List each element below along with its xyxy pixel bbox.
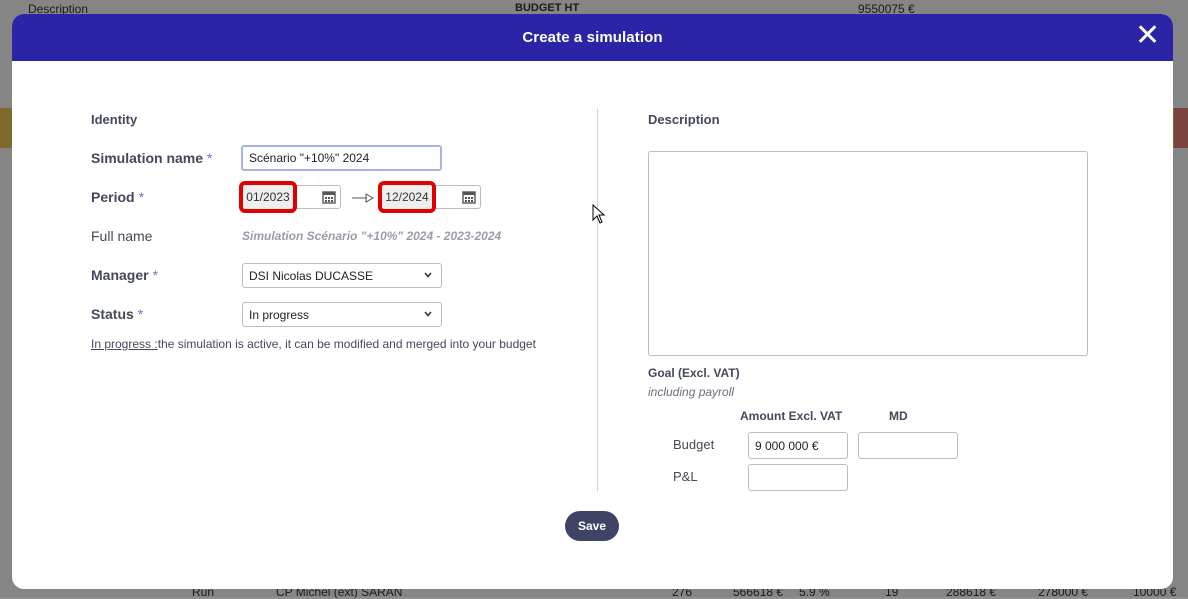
status-select[interactable]: In progress (242, 302, 442, 327)
modal-title: Create a simulation (522, 29, 663, 46)
amount-column-header: Amount Excl. VAT (740, 409, 843, 423)
save-button[interactable]: Save (565, 511, 619, 541)
calendar-icon[interactable] (322, 190, 336, 204)
simulation-name-input[interactable]: Scénario "+10%" 2024 (241, 145, 442, 171)
status-help-description: the simulation is active, it can be modi… (157, 337, 536, 351)
period-label: Period * (91, 189, 145, 205)
budget-amount-input[interactable]: 9 000 000 € (748, 432, 848, 459)
close-icon[interactable]: ✕ (1135, 21, 1160, 51)
md-column-header: MD (889, 409, 908, 423)
period-start-value[interactable]: 01/2023 (239, 181, 297, 213)
status-value: In progress (249, 307, 310, 322)
manager-value: DSI Nicolas DUCASSE (249, 268, 374, 283)
budget-md-input[interactable] (858, 432, 958, 459)
description-section-title: Description (648, 112, 720, 127)
chevron-down-icon (424, 311, 432, 317)
calendar-icon[interactable] (462, 190, 476, 204)
manager-select[interactable]: DSI Nicolas DUCASSE (242, 263, 442, 288)
status-help-text: In progress :the simulation is active, i… (91, 337, 536, 351)
period-end-value[interactable]: 12/2024 (378, 181, 436, 213)
description-textarea[interactable] (648, 151, 1088, 356)
pl-row-label: P&L (673, 469, 698, 484)
goal-title: Goal (Excl. VAT) (648, 366, 740, 380)
period-arrow-icon (352, 193, 374, 203)
mouse-cursor-icon (592, 204, 606, 224)
simulation-name-label: Simulation name * (91, 150, 213, 166)
modal-header: Create a simulation ✕ (12, 14, 1173, 61)
period-start-field[interactable]: 01/2023 (239, 181, 341, 213)
create-simulation-modal: Create a simulation ✕ Identity Simulatio… (12, 14, 1173, 589)
goal-subtitle: including payroll (648, 385, 735, 399)
budget-row-label: Budget (673, 437, 715, 452)
identity-section-title: Identity (91, 112, 138, 127)
section-divider (597, 109, 598, 491)
full-name-label: Full name (91, 228, 153, 244)
chevron-down-icon (424, 272, 432, 278)
status-help-term: In progress : (91, 337, 158, 351)
status-label: Status * (91, 306, 144, 322)
full-name-value: Simulation Scénario "+10%" 2024 - 2023-2… (242, 229, 502, 243)
period-end-field[interactable]: 12/2024 (378, 181, 481, 213)
manager-label: Manager * (91, 267, 159, 283)
pl-amount-input[interactable] (748, 464, 848, 491)
